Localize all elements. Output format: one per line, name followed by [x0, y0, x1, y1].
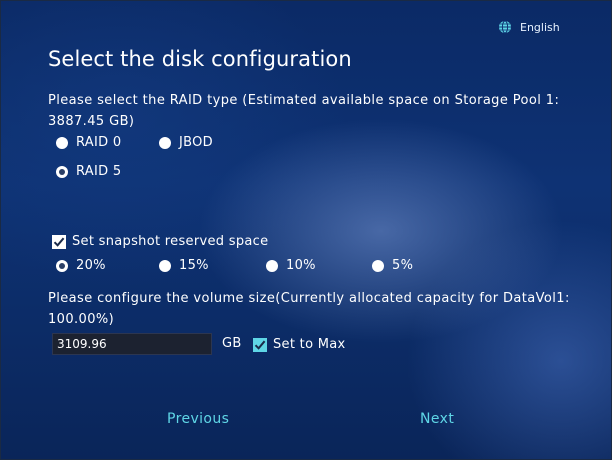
raid-description: Please select the RAID type (Estimated a… [48, 93, 560, 129]
language-selector[interactable]: English [498, 20, 560, 34]
radio-indicator [56, 136, 68, 149]
radio-snapshot-15[interactable]: 15% [159, 258, 209, 273]
next-button[interactable]: Next [420, 411, 454, 427]
set-to-max-checkbox[interactable]: Set to Max [253, 337, 346, 352]
checkmark-icon [254, 340, 266, 350]
radio-label: RAID 0 [76, 135, 122, 150]
radio-jbod[interactable]: JBOD [159, 135, 213, 150]
language-label: English [520, 20, 560, 34]
radio-label: RAID 5 [76, 164, 122, 179]
radio-label: 15% [179, 258, 209, 273]
radio-label: 10% [286, 258, 316, 273]
radio-indicator [372, 259, 384, 272]
radio-label: 5% [392, 258, 414, 273]
radio-raid-0[interactable]: RAID 0 [56, 135, 121, 150]
radio-indicator [56, 165, 68, 178]
set-to-max-label: Set to Max [273, 337, 346, 352]
radio-label: JBOD [179, 135, 213, 150]
snapshot-checkbox[interactable]: Set snapshot reserved space [52, 234, 268, 249]
radio-raid-5[interactable]: RAID 5 [56, 164, 121, 179]
checkbox-box [253, 337, 267, 352]
checkmark-icon [53, 237, 65, 247]
radio-snapshot-5[interactable]: 5% [372, 258, 413, 273]
setup-screen: English Select the disk configuration Pl… [0, 0, 612, 460]
snapshot-label: Set snapshot reserved space [72, 234, 269, 249]
radio-indicator [56, 259, 68, 272]
checkbox-box [52, 234, 66, 249]
radio-indicator [266, 259, 278, 272]
radio-snapshot-20[interactable]: 20% [56, 258, 106, 273]
radio-indicator [159, 259, 171, 272]
page-title: Select the disk configuration [48, 47, 352, 71]
radio-indicator [159, 136, 171, 149]
radio-snapshot-10[interactable]: 10% [266, 258, 316, 273]
globe-icon [499, 20, 511, 34]
previous-button[interactable]: Previous [167, 411, 229, 427]
radio-label: 20% [76, 258, 106, 273]
volume-description: Please configure the volume size(Current… [48, 291, 570, 327]
volume-size-input[interactable] [52, 333, 212, 355]
volume-unit: GB [222, 336, 242, 351]
